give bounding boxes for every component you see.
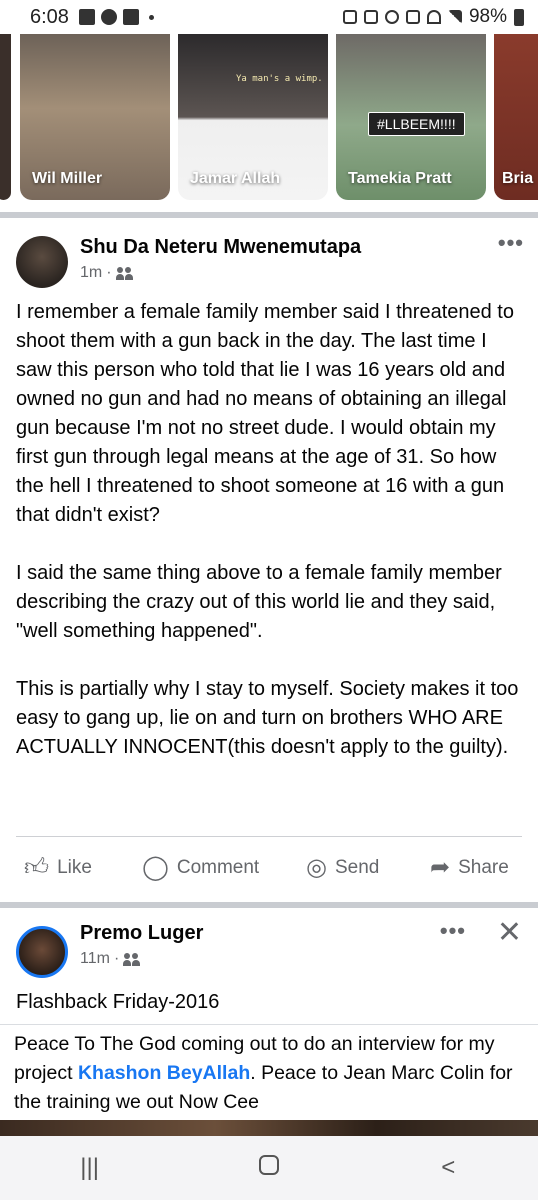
comment-label: Comment [176, 857, 260, 878]
story-card[interactable]: #LLBEEM!!!! Tamekia Pratt [336, 34, 486, 200]
story-name: Tamekia Pratt [348, 170, 452, 187]
avatar[interactable] [16, 236, 68, 288]
post-time[interactable]: 11m [80, 950, 110, 968]
share-button[interactable]: ➦ Share [430, 856, 509, 880]
recent-apps-button[interactable]: ||| [60, 1154, 120, 1182]
nfc-icon [363, 10, 378, 24]
like-label: Like [57, 857, 92, 878]
post-image[interactable] [0, 1120, 538, 1136]
folder-icon [122, 9, 139, 25]
avatar[interactable] [16, 926, 68, 978]
shared-post-text: Peace To The God coming out to do an int… [14, 1030, 522, 1117]
home-button[interactable] [239, 1154, 299, 1182]
signal-icon [447, 10, 462, 24]
comment-icon: ◯ [142, 854, 169, 881]
post-paragraph: This is partially why I stay to myself. … [16, 678, 519, 758]
thumbs-up-icon: 👍︎ [24, 854, 50, 881]
friends-icon [115, 266, 134, 280]
share-arrow-icon: ➦ [430, 854, 451, 881]
post-meta: 11m · [80, 950, 141, 968]
story-card-partial[interactable]: Bria [494, 34, 538, 200]
meta-separator: · [106, 264, 112, 281]
post-meta: 1m · [80, 264, 134, 282]
back-button[interactable]: < [418, 1154, 478, 1182]
story-caption: Ya man's a wimp. [236, 74, 323, 84]
feed-post: Premo Luger 11m · ••• ✕ Flashback Friday… [0, 908, 538, 1120]
alarm-icon [384, 10, 399, 24]
post-paragraph: I said the same thing above to a female … [16, 562, 502, 642]
share-label: Share [458, 857, 509, 878]
status-bar: 6:08 98% [0, 0, 538, 34]
more-options-icon[interactable]: ••• [498, 230, 524, 256]
sim-icon [342, 10, 357, 24]
friends-icon [123, 952, 141, 966]
battery-percent: 98% [468, 6, 507, 27]
messenger-icon: ◎ [306, 854, 327, 881]
mute-icon [405, 10, 420, 24]
like-button[interactable]: 👍︎ Like [24, 856, 92, 880]
post-author[interactable]: Shu Da Neteru Mwenemutapa [80, 236, 361, 259]
shared-divider [0, 1024, 538, 1025]
post-title: Flashback Friday-2016 [16, 991, 220, 1013]
story-card[interactable]: Ya man's a wimp. Jamar Allah [178, 34, 328, 200]
action-bar-divider [16, 836, 522, 837]
status-right: 98% [342, 6, 524, 28]
status-time: 6:08 [30, 5, 69, 28]
status-left: 6:08 [30, 6, 154, 29]
action-bar: 👍︎ Like ◯ Comment ◎ Send ➦ Share [0, 838, 538, 898]
feed-post: Shu Da Neteru Mwenemutapa 1m · ••• I rem… [0, 218, 538, 902]
wifi-icon [426, 10, 441, 24]
story-card[interactable]: Wil Miller [20, 34, 170, 200]
post-time[interactable]: 1m [80, 264, 102, 282]
post-paragraph: I remember a female family member said I… [16, 301, 514, 526]
gallery-icon [78, 9, 95, 25]
more-options-icon[interactable]: ••• [440, 918, 466, 944]
battery-icon [514, 8, 524, 26]
meta-separator: · [113, 950, 120, 967]
story-name: Jamar Allah [190, 170, 281, 187]
notification-dot-icon [148, 14, 154, 20]
close-icon[interactable]: ✕ [497, 918, 522, 948]
send-button[interactable]: ◎ Send [306, 856, 379, 880]
stories-carousel[interactable]: Wil Miller Ya man's a wimp. Jamar Allah … [0, 34, 538, 210]
story-tag: #LLBEEM!!!! [368, 112, 465, 136]
post-body: I remember a female family member said I… [16, 298, 524, 762]
post-author[interactable]: Premo Luger [80, 922, 203, 945]
messenger-icon [100, 9, 117, 25]
system-nav-bar: ||| < [0, 1136, 538, 1200]
comment-button[interactable]: ◯ Comment [142, 856, 259, 880]
story-name: Wil Miller [32, 170, 103, 187]
story-card-partial[interactable] [0, 34, 11, 200]
mention-link[interactable]: Khashon BeyAllah [78, 1062, 250, 1084]
send-label: Send [334, 857, 380, 878]
home-icon [258, 1155, 279, 1175]
story-name: Bria [502, 170, 534, 187]
